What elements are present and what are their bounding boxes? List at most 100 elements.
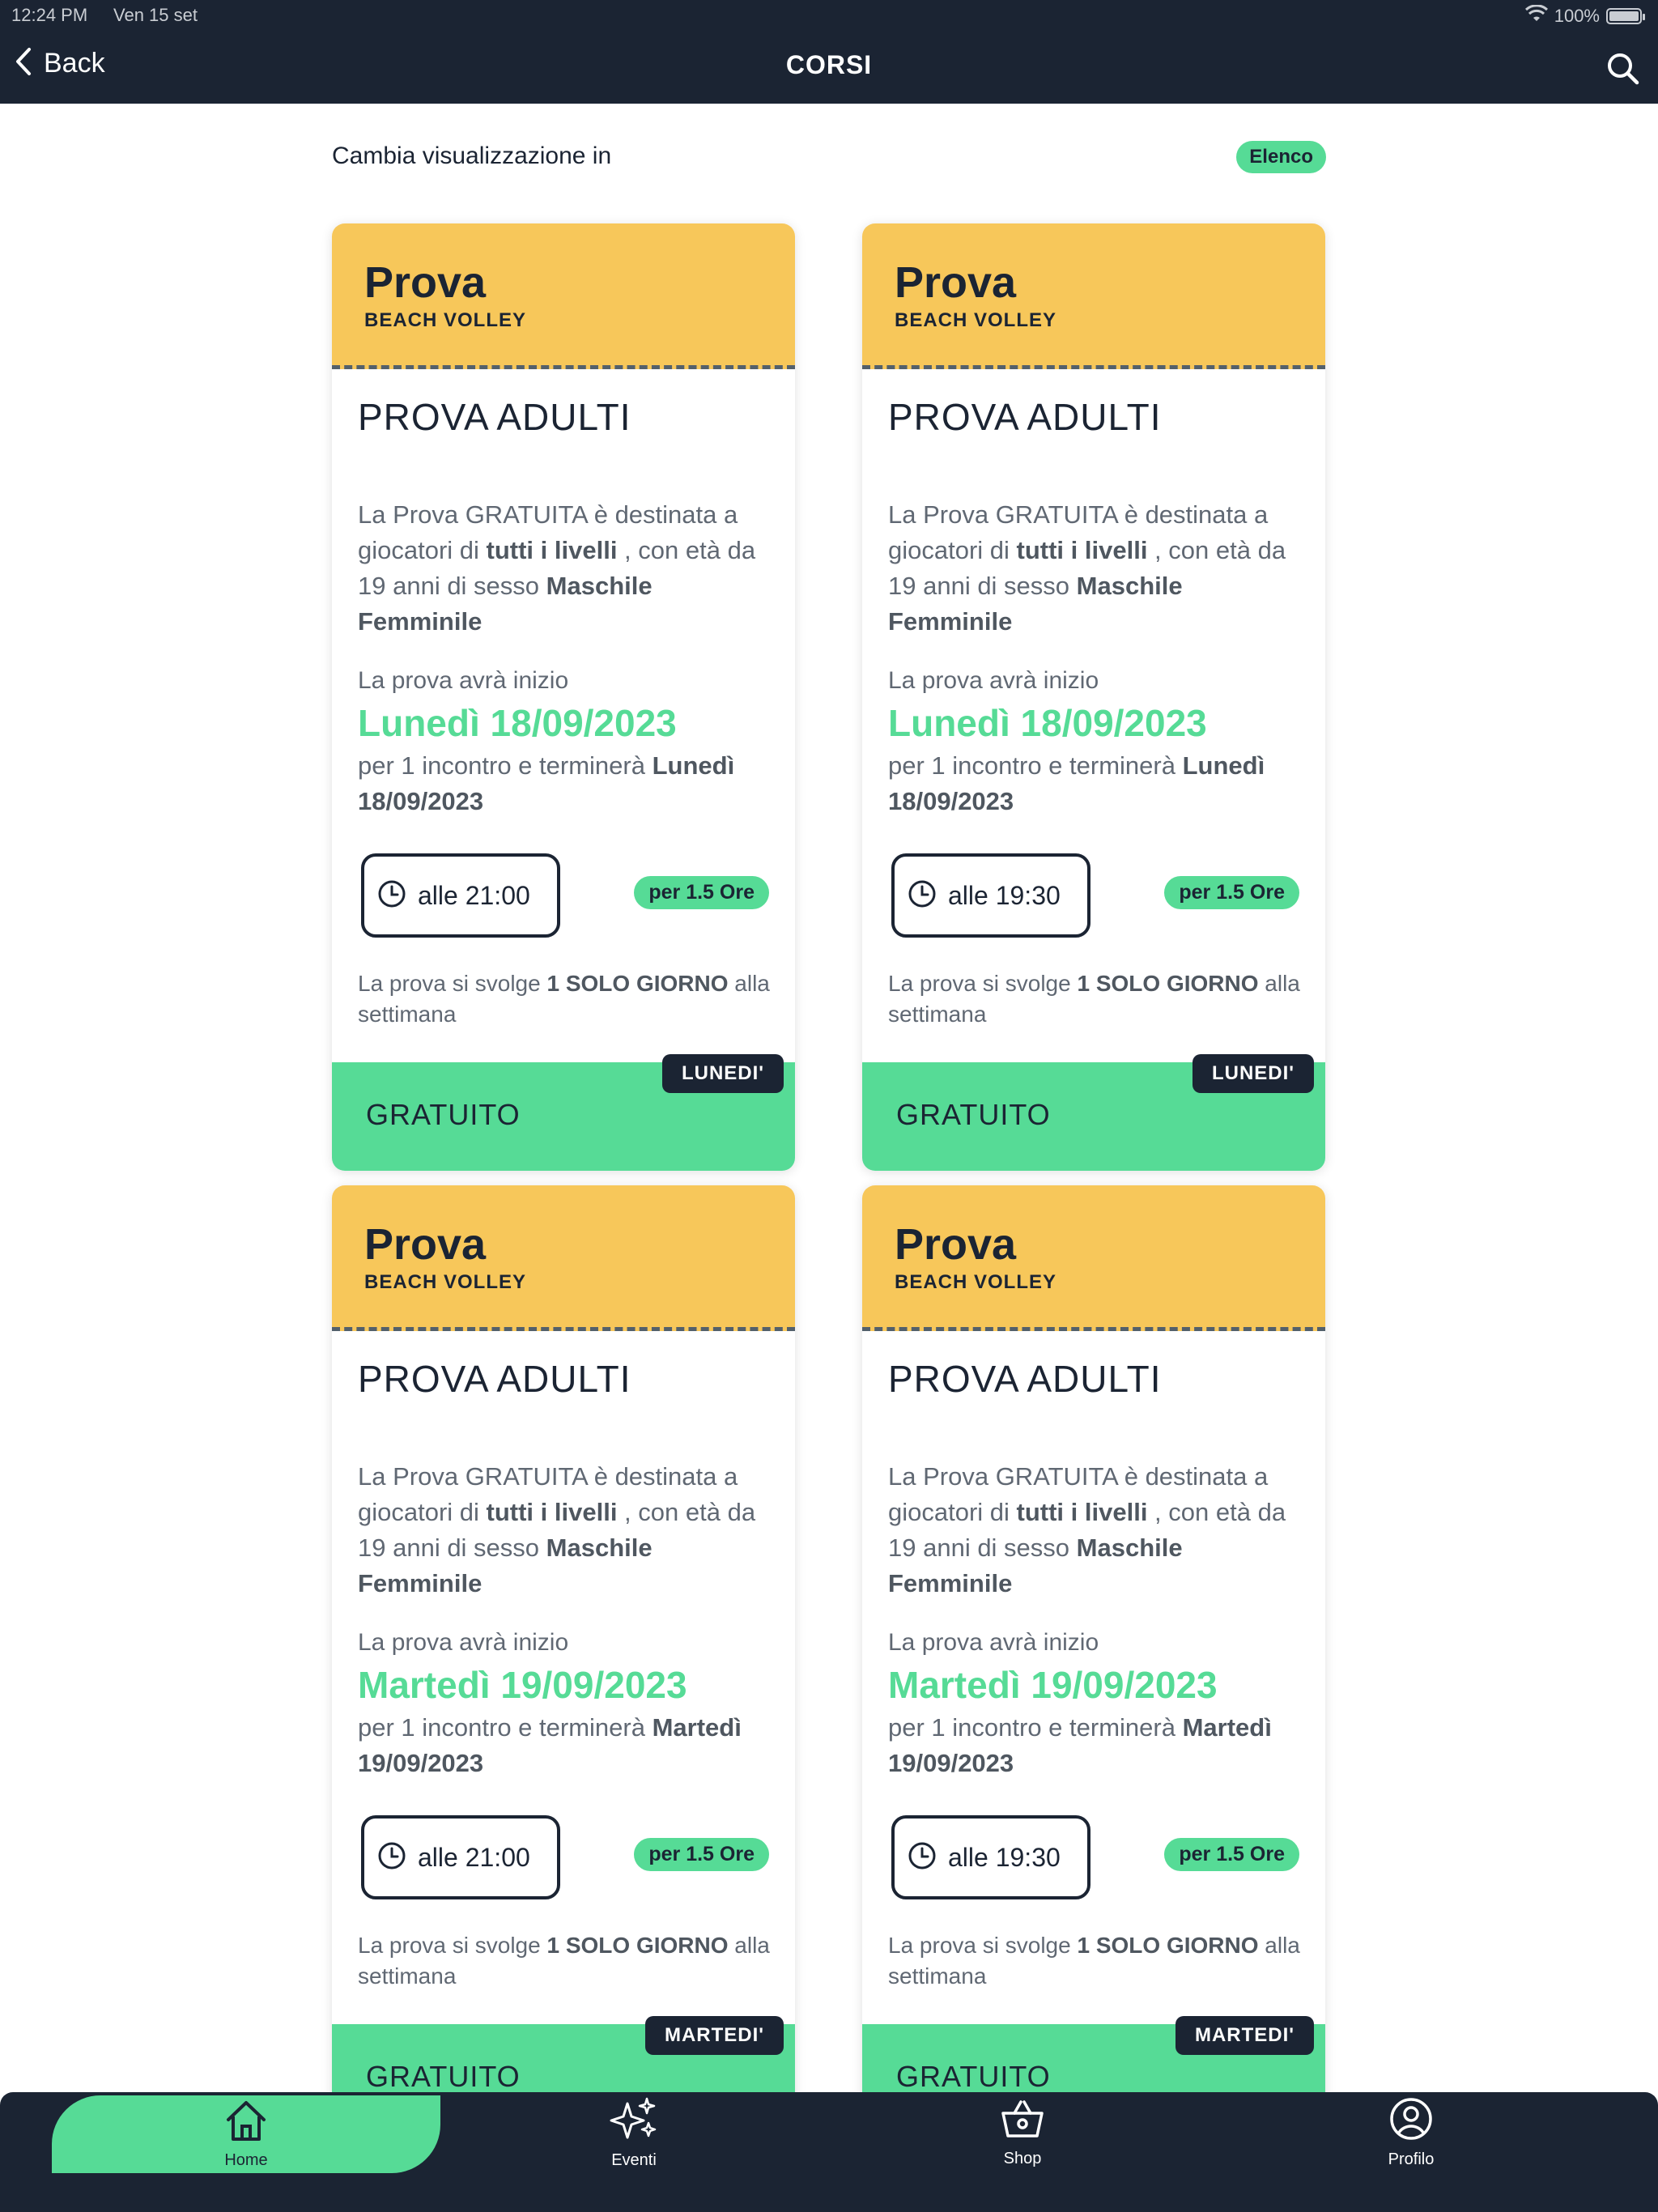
page-title: CORSI (785, 50, 873, 79)
end-info: per 1 incontro e terminerà Martedì 19/09… (358, 1710, 771, 1781)
tab-eventi[interactable]: Eventi (440, 2092, 828, 2173)
description-levels: tutti i livelli (1016, 536, 1148, 564)
course-sport: BEACH VOLLEY (364, 309, 527, 331)
frequency-info: La prova si svolge 1 SOLO GIORNO alla se… (358, 1930, 779, 1992)
card-header: Prova BEACH VOLLEY (332, 1185, 795, 1331)
card-header: Prova BEACH VOLLEY (862, 223, 1325, 369)
end-text: per 1 incontro e terminerà (358, 751, 653, 780)
frequency-text: La prova si svolge (888, 1933, 1078, 1958)
frequency-days: 1 SOLO GIORNO (1077, 971, 1259, 996)
start-label: La prova avrà inizio (888, 1629, 1099, 1656)
course-category: Prova (364, 258, 487, 307)
description-levels: tutti i livelli (486, 1498, 618, 1526)
frequency-text: La prova si svolge (888, 971, 1078, 996)
battery-icon (1606, 8, 1645, 24)
price-label: GRATUITO (896, 2060, 1051, 2093)
time-label: alle 19:30 (948, 1842, 1061, 1872)
tab-profilo[interactable]: Profilo (1217, 2092, 1605, 2173)
view-switch-label: Cambia visualizzazione in (332, 143, 612, 169)
price-label: GRATUITO (896, 1098, 1051, 1131)
battery-level (1609, 11, 1639, 21)
description-levels: tutti i livelli (1016, 1498, 1148, 1526)
course-description: La Prova GRATUITA è destinata a giocator… (888, 1459, 1293, 1602)
frequency-days: 1 SOLO GIORNO (546, 1933, 729, 1958)
end-info: per 1 incontro e terminerà Martedì 19/09… (888, 1710, 1301, 1781)
frequency-days: 1 SOLO GIORNO (546, 971, 729, 996)
course-description: La Prova GRATUITA è destinata a giocator… (888, 497, 1293, 640)
time-label: alle 21:00 (418, 880, 530, 910)
course-card[interactable]: Prova BEACH VOLLEY PROVA ADULTI La Prova GR… (862, 1185, 1325, 2133)
start-date: Lunedì 18/09/2023 (358, 702, 677, 744)
tab-eventi-label: Eventi (611, 2151, 657, 2169)
start-label: La prova avrà inizio (358, 667, 569, 694)
card-header: Prova BEACH VOLLEY (332, 223, 795, 369)
end-info: per 1 incontro e terminerà Lunedì 18/09/… (358, 748, 771, 819)
tab-home-label: Home (224, 2151, 268, 2169)
tab-profilo-label: Profilo (1388, 2150, 1435, 2168)
course-name: PROVA ADULTI (358, 1358, 631, 1400)
day-badge: LUNEDI' (1192, 1054, 1314, 1093)
clock-icon (377, 1841, 406, 1874)
frequency-info: La prova si svolge 1 SOLO GIORNO alla se… (358, 968, 779, 1030)
end-text: per 1 incontro e terminerà (358, 1713, 653, 1742)
view-list-button[interactable]: Elenco (1236, 141, 1326, 173)
search-button[interactable] (1605, 50, 1642, 87)
time-button[interactable]: alle 19:30 (891, 1815, 1090, 1899)
status-date: Ven 15 set (113, 5, 198, 25)
start-label: La prova avrà inizio (358, 1629, 569, 1656)
card-header: Prova BEACH VOLLEY (862, 1185, 1325, 1331)
frequency-text: La prova si svolge (358, 1933, 547, 1958)
tab-home[interactable]: Home (52, 2095, 440, 2173)
wifi-icon (1524, 4, 1548, 28)
tab-shop-label: Shop (1003, 2150, 1042, 2167)
course-sport: BEACH VOLLEY (364, 1271, 527, 1293)
course-sport: BEACH VOLLEY (895, 1271, 1057, 1293)
frequency-info: La prova si svolge 1 SOLO GIORNO alla se… (888, 1930, 1309, 1992)
search-icon (1605, 53, 1642, 91)
description-levels: tutti i livelli (486, 536, 618, 564)
course-card[interactable]: Prova BEACH VOLLEY PROVA ADULTI La Prova GR… (332, 1185, 795, 2133)
start-date: Martedì 19/09/2023 (888, 1664, 1218, 1706)
clock-icon (908, 879, 937, 912)
end-text: per 1 incontro e terminerà (888, 751, 1183, 780)
course-name: PROVA ADULTI (888, 396, 1162, 438)
frequency-days: 1 SOLO GIORNO (1077, 1933, 1259, 1958)
day-badge: LUNEDI' (661, 1054, 784, 1093)
course-description: La Prova GRATUITA è destinata a giocator… (358, 497, 763, 640)
status-time: 12:24 PM (11, 5, 88, 25)
basket-icon (999, 2097, 1046, 2145)
course-category: Prova (895, 258, 1017, 307)
frequency-info: La prova si svolge 1 SOLO GIORNO alla se… (888, 968, 1309, 1030)
course-sport: BEACH VOLLEY (895, 309, 1057, 331)
battery-percent: 100% (1554, 6, 1600, 26)
course-name: PROVA ADULTI (888, 1358, 1162, 1400)
sparkles-icon (608, 2095, 660, 2146)
price-label: GRATUITO (366, 1098, 521, 1131)
status-indicators: 100% (1524, 4, 1645, 28)
duration-badge: per 1.5 Ore (634, 1838, 769, 1871)
time-label: alle 19:30 (948, 880, 1061, 910)
view-switch: Cambia visualizzazione in Elenco (332, 139, 1326, 175)
day-badge: MARTEDI' (644, 2016, 784, 2055)
duration-badge: per 1.5 Ore (1164, 876, 1299, 909)
time-label: alle 21:00 (418, 1842, 530, 1872)
tab-shop[interactable]: Shop (828, 2092, 1217, 2173)
course-description: La Prova GRATUITA è destinata a giocator… (358, 1459, 763, 1602)
frequency-text: La prova si svolge (358, 971, 547, 996)
course-category: Prova (895, 1220, 1017, 1269)
start-date: Martedì 19/09/2023 (358, 1664, 687, 1706)
duration-badge: per 1.5 Ore (1164, 1838, 1299, 1871)
course-card[interactable]: Prova BEACH VOLLEY PROVA ADULTI La Prova GR… (332, 223, 795, 1171)
tab-bar: Home Eventi Shop Profilo (0, 2092, 1658, 2212)
course-card[interactable]: Prova BEACH VOLLEY PROVA ADULTI La Prova GR… (862, 223, 1325, 1171)
start-date: Lunedì 18/09/2023 (888, 702, 1207, 744)
time-button[interactable]: alle 19:30 (891, 853, 1090, 938)
time-button[interactable]: alle 21:00 (361, 853, 560, 938)
end-text: per 1 incontro e terminerà (888, 1713, 1183, 1742)
price-label: GRATUITO (366, 2060, 521, 2093)
duration-badge: per 1.5 Ore (634, 876, 769, 909)
clock-icon (377, 879, 406, 912)
home-icon (223, 2099, 269, 2146)
time-button[interactable]: alle 21:00 (361, 1815, 560, 1899)
end-info: per 1 incontro e terminerà Lunedì 18/09/… (888, 748, 1301, 819)
